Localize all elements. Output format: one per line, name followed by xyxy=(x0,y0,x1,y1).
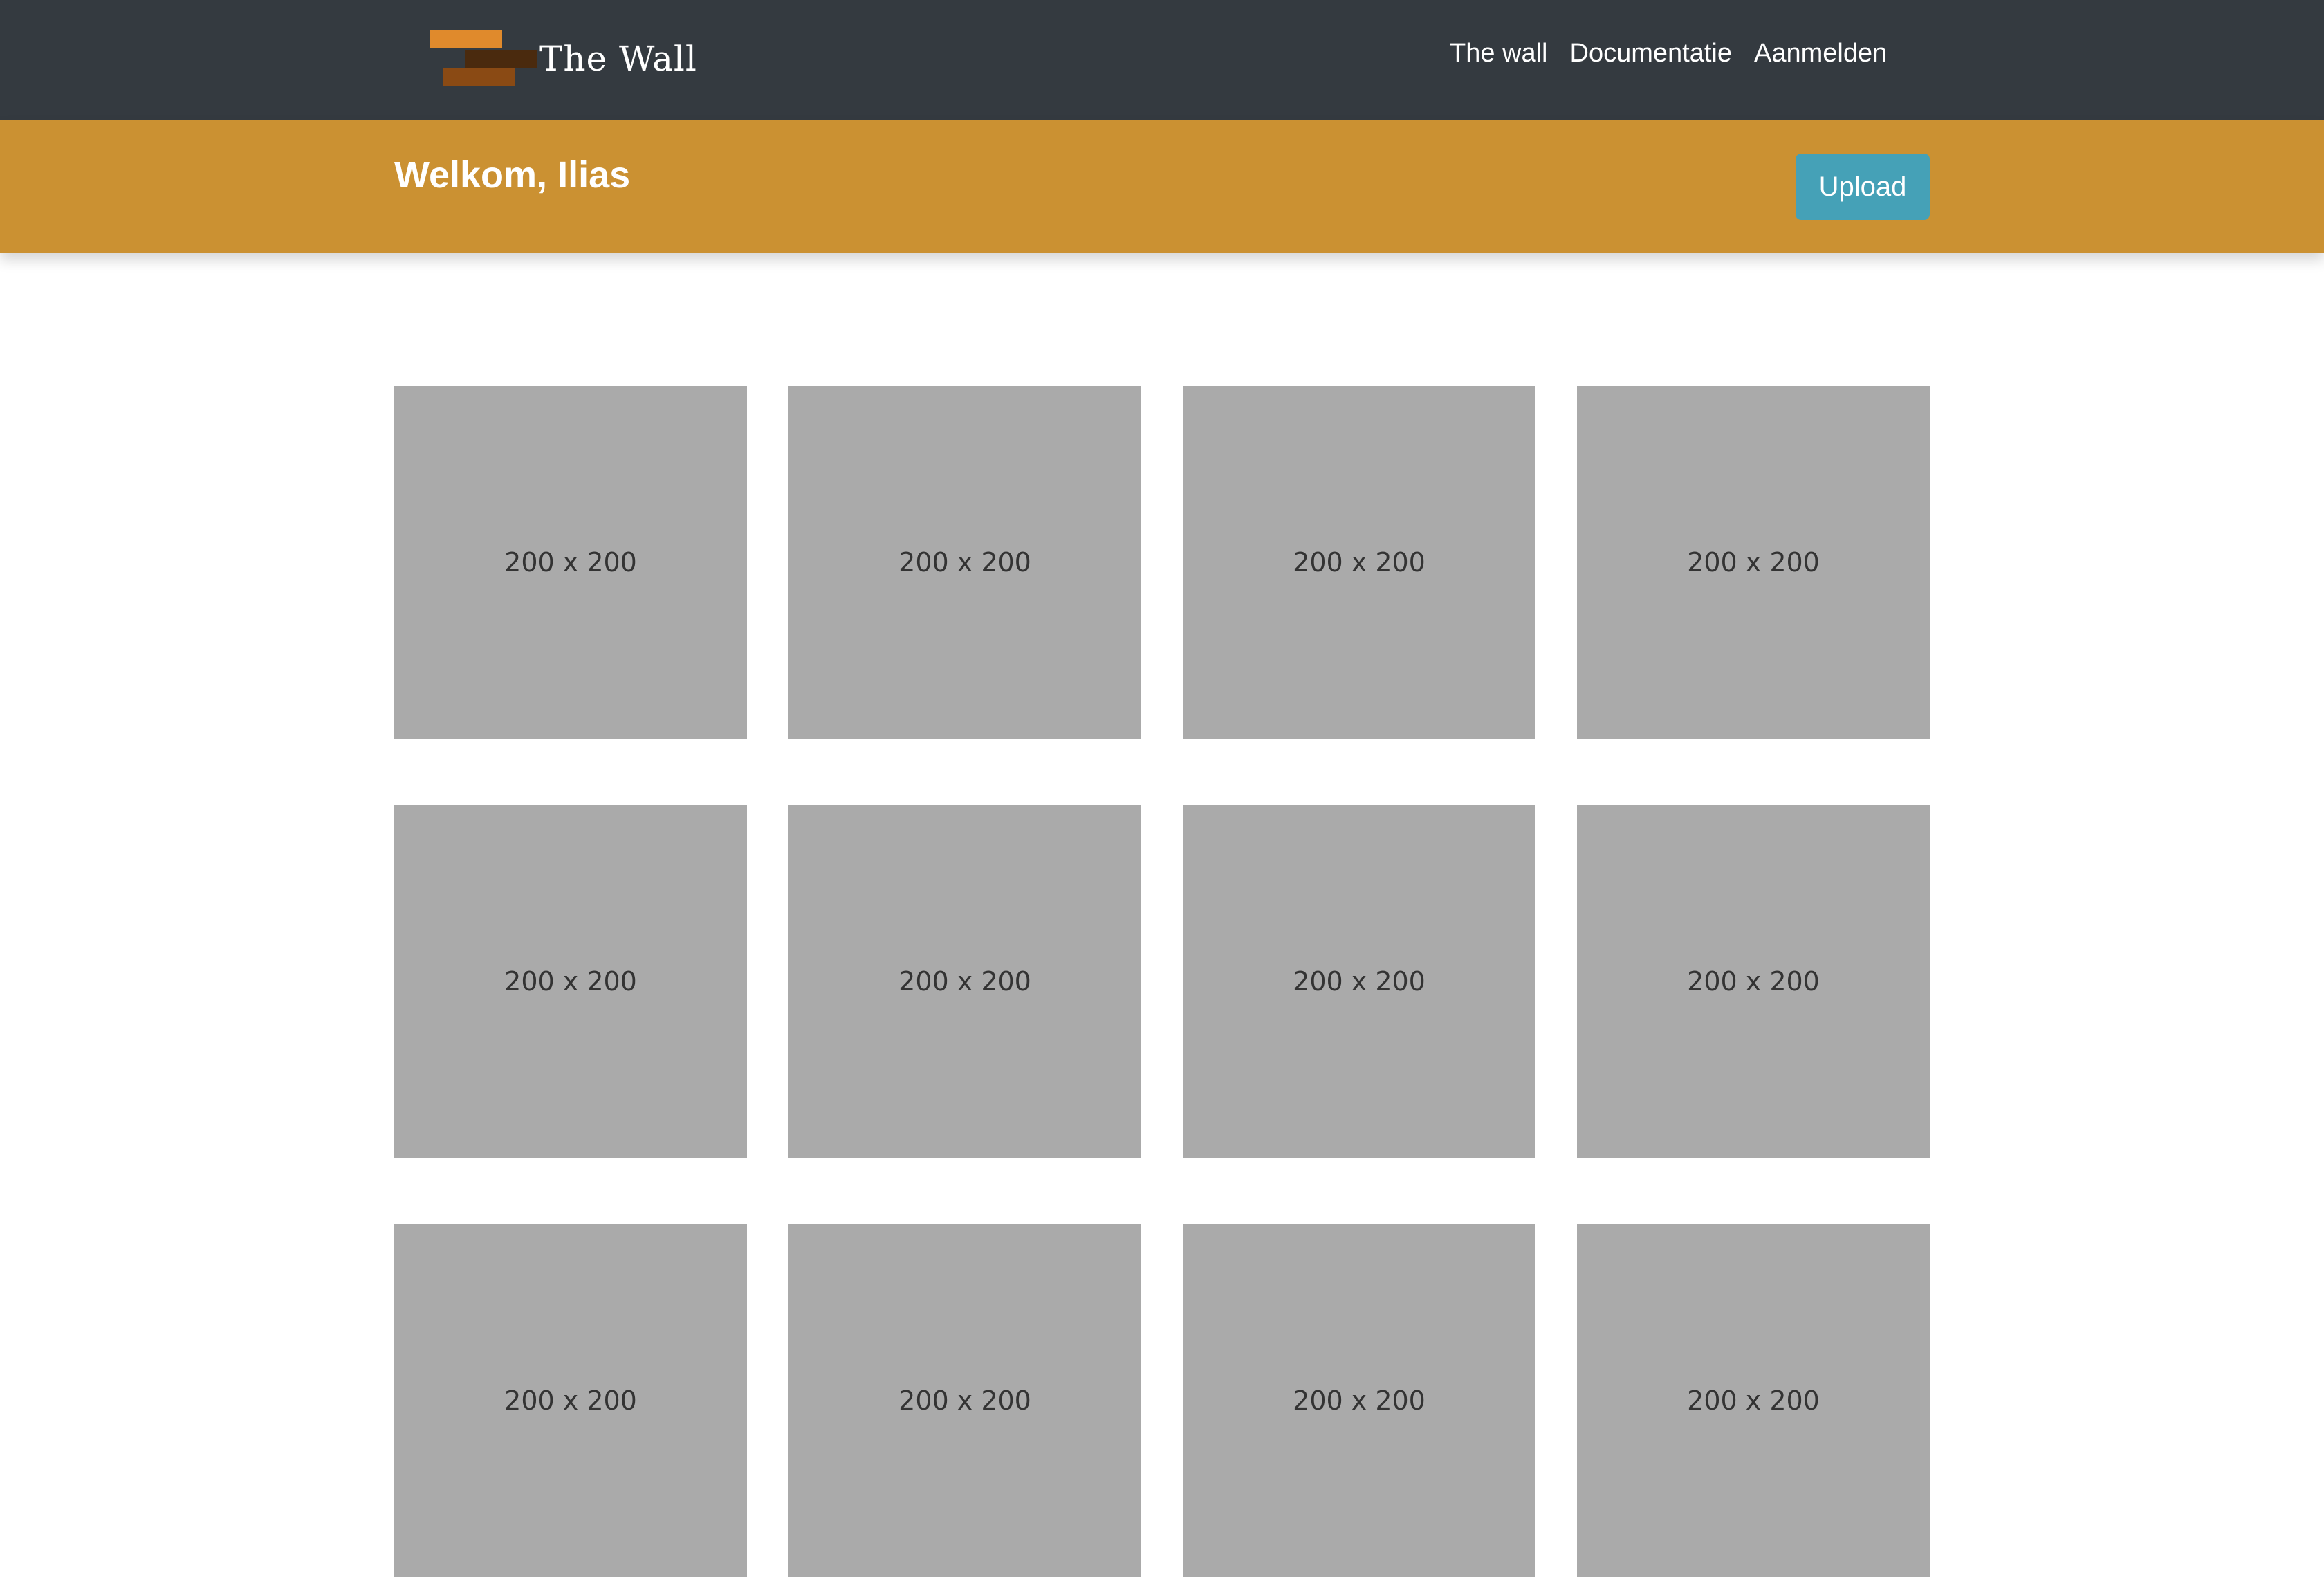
logo-brick-top xyxy=(430,30,502,48)
gallery-image-placeholder[interactable]: 200 x 200 xyxy=(788,386,1141,739)
welcome-banner: Welkom, Ilias Upload xyxy=(0,120,2324,253)
gallery-image-placeholder[interactable]: 200 x 200 xyxy=(1577,1224,1930,1577)
wall-logo-icon xyxy=(427,28,538,90)
navbar: The Wall The wall Documentatie Aanmelden xyxy=(0,0,2324,120)
gallery-image-placeholder[interactable]: 200 x 200 xyxy=(1577,805,1930,1158)
nav-link-documentatie[interactable]: Documentatie xyxy=(1570,39,1732,68)
brand-link[interactable]: The Wall xyxy=(427,28,697,90)
nav-link-aanmelden[interactable]: Aanmelden xyxy=(1754,39,1887,68)
upload-button[interactable]: Upload xyxy=(1796,154,1930,220)
gallery-image-placeholder[interactable]: 200 x 200 xyxy=(394,1224,747,1577)
welcome-heading: Welkom, Ilias xyxy=(394,154,631,196)
main-nav: The wall Documentatie Aanmelden xyxy=(1450,39,1887,68)
brand-name: The Wall xyxy=(540,39,697,79)
gallery-image-placeholder[interactable]: 200 x 200 xyxy=(1183,805,1536,1158)
image-gallery: 200 x 200 200 x 200 200 x 200 200 x 200 … xyxy=(394,386,1930,1577)
nav-link-the-wall[interactable]: The wall xyxy=(1450,39,1548,68)
gallery-image-placeholder[interactable]: 200 x 200 xyxy=(788,1224,1141,1577)
logo-brick-bottom xyxy=(443,68,515,86)
gallery-image-placeholder[interactable]: 200 x 200 xyxy=(1183,386,1536,739)
logo-brick-middle xyxy=(465,50,537,68)
gallery-image-placeholder[interactable]: 200 x 200 xyxy=(394,805,747,1158)
gallery-image-placeholder[interactable]: 200 x 200 xyxy=(394,386,747,739)
gallery-image-placeholder[interactable]: 200 x 200 xyxy=(1577,386,1930,739)
gallery-image-placeholder[interactable]: 200 x 200 xyxy=(788,805,1141,1158)
gallery-image-placeholder[interactable]: 200 x 200 xyxy=(1183,1224,1536,1577)
